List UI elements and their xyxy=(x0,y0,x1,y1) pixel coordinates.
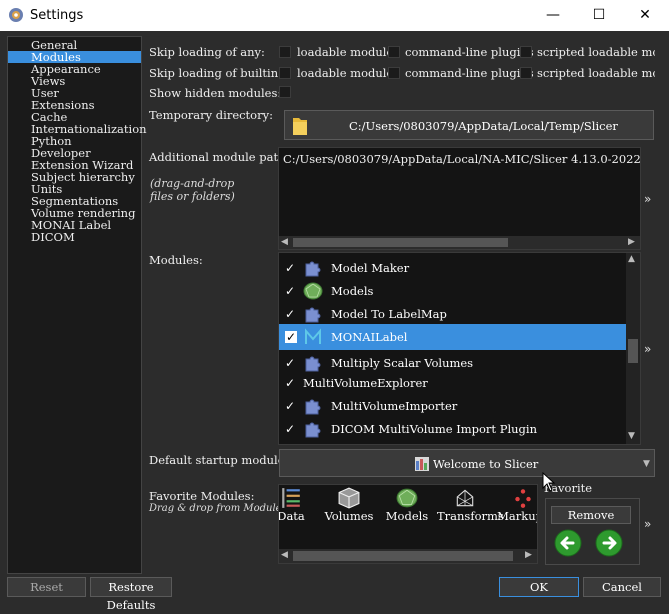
models-icon xyxy=(303,282,323,300)
skip-any-scripted-checkbox[interactable] xyxy=(520,46,532,58)
skip-any-label: Skip loading of any: xyxy=(149,45,265,59)
favorite-label: Markups xyxy=(497,509,537,523)
title-bar: Settings — ☐ ✕ xyxy=(0,0,669,31)
welcome-icon xyxy=(415,457,429,471)
favorite-label: Models xyxy=(385,509,429,523)
modules-scroll-thumb[interactable] xyxy=(628,339,638,363)
minimize-button[interactable]: — xyxy=(530,0,576,31)
paths-scroll-thumb[interactable] xyxy=(293,238,508,247)
transforms-icon xyxy=(456,489,474,507)
fav-scroll-left-icon[interactable]: ◀ xyxy=(281,550,288,560)
folder-icon xyxy=(293,118,307,135)
data-icon xyxy=(282,488,300,508)
favorites-expand-chevron-icon[interactable]: » xyxy=(644,517,651,531)
favorite-models[interactable]: Models xyxy=(379,487,435,522)
cancel-button[interactable]: Cancel xyxy=(583,577,661,597)
chevron-down-icon: ▼ xyxy=(643,459,650,469)
puzzle-icon xyxy=(305,399,321,415)
module-row[interactable]: ✓ DICOM MultiVolume Import Plugin xyxy=(279,416,626,442)
modules-list[interactable]: ✓ Model Maker ✓ Models ✓ Model To LabelMap ✓ MO… xyxy=(278,252,641,445)
modules-vertical-scrollbar[interactable]: ▲ ▼ xyxy=(626,253,640,444)
skip-any-cli-label: command-line plugins xyxy=(405,45,534,59)
skip-builtin-cli-label: command-line plugins xyxy=(405,66,534,80)
skip-any-loadable-label: loadable modules xyxy=(297,45,400,59)
show-hidden-label: Show hidden modules: xyxy=(149,86,282,100)
scroll-down-icon[interactable]: ▼ xyxy=(628,431,635,441)
sidebar-item-extensions[interactable]: Extensions xyxy=(8,99,141,111)
skip-any-cli-checkbox[interactable] xyxy=(388,46,400,58)
favorite-data[interactable]: Data xyxy=(278,487,319,523)
sidebar-item-views[interactable]: Views xyxy=(8,75,141,87)
sidebar-item-internationalization[interactable]: Internationalization xyxy=(8,123,147,135)
skip-builtin-loadable-checkbox[interactable] xyxy=(279,67,291,79)
puzzle-icon xyxy=(305,422,321,438)
models-icon xyxy=(396,488,418,508)
favorite-volumes[interactable]: Volumes xyxy=(321,487,377,522)
show-hidden-checkbox[interactable] xyxy=(279,86,291,98)
ok-button[interactable]: OK xyxy=(499,577,579,597)
sidebar-item-appearance[interactable]: Appearance xyxy=(8,63,141,75)
fav-scroll-thumb[interactable] xyxy=(293,551,513,561)
move-left-button[interactable] xyxy=(554,529,582,557)
fav-scroll-right-icon[interactable]: ▶ xyxy=(525,550,532,560)
drag-drop-hint-line1: (drag-and-drop xyxy=(150,177,235,190)
volumes-icon xyxy=(338,487,360,509)
startup-module-dropdown[interactable]: Welcome to Slicer ▼ xyxy=(279,449,655,477)
favorites-horizontal-scrollbar[interactable]: ◀ ▶ xyxy=(279,549,537,563)
skip-any-scripted-label: scripted loadable modules xyxy=(537,45,655,59)
module-name: DICOM MultiVolume Import Plugin xyxy=(331,422,537,436)
slicer-app-icon xyxy=(9,8,23,22)
favorite-label: Data xyxy=(278,509,305,523)
skip-builtin-scripted-label: scripted loadable modules xyxy=(537,66,655,80)
startup-module-label: Default startup module: xyxy=(149,453,289,467)
remove-favorite-button[interactable]: Remove xyxy=(551,506,631,524)
window-title: Settings xyxy=(30,8,84,23)
skip-builtin-scripted-checkbox[interactable] xyxy=(520,67,532,79)
puzzle-icon xyxy=(305,307,321,323)
favorite-label: Transforms xyxy=(437,509,504,523)
maximize-button[interactable]: ☐ xyxy=(576,0,622,31)
module-name: MONAILabel xyxy=(331,330,408,344)
favorite-transforms[interactable]: Transforms xyxy=(437,487,504,523)
paths-expand-chevron-icon[interactable]: » xyxy=(644,192,651,206)
scroll-up-icon[interactable]: ▲ xyxy=(628,254,635,264)
skip-builtin-loadable-label: loadable modules xyxy=(297,66,400,80)
move-right-button[interactable] xyxy=(595,529,623,557)
sidebar-item-dicom[interactable]: DICOM xyxy=(8,231,141,243)
skip-any-loadable-checkbox[interactable] xyxy=(279,46,291,58)
puzzle-icon xyxy=(305,261,321,277)
module-enabled-checkbox[interactable]: ✓ xyxy=(285,416,295,442)
temp-dir-path: C:/Users/0803079/AppData/Local/Temp/Slic… xyxy=(349,119,618,133)
arrow-right-icon xyxy=(595,529,623,557)
additional-paths-list[interactable]: C:/Users/0803079/AppData/Local/NA-MIC/Sl… xyxy=(278,147,641,250)
modules-expand-chevron-icon[interactable]: » xyxy=(644,342,651,356)
settings-category-list[interactable]: General Modules Appearance Views User Extensi… xyxy=(7,36,147,574)
startup-module-value: Welcome to Slicer xyxy=(433,457,539,471)
skip-builtin-label: Skip loading of builtin: xyxy=(149,66,283,80)
favorite-label: Volumes xyxy=(324,509,374,523)
reset-button[interactable]: Reset xyxy=(7,577,86,597)
scroll-left-icon[interactable]: ◀ xyxy=(281,237,288,247)
modules-label: Modules: xyxy=(149,253,203,267)
restore-defaults-button[interactable]: Restore Defaults xyxy=(90,577,172,612)
drag-drop-hint-line2: files or folders) xyxy=(150,190,235,203)
scroll-right-icon[interactable]: ▶ xyxy=(628,237,635,247)
mouse-cursor-icon xyxy=(542,472,556,492)
paths-horizontal-scrollbar[interactable]: ◀ ▶ xyxy=(279,236,640,249)
arrow-left-icon xyxy=(554,529,582,557)
module-row[interactable]: ✓ MONAILabel xyxy=(279,324,626,350)
temp-dir-button[interactable]: C:/Users/0803079/AppData/Local/Temp/Slic… xyxy=(284,110,654,140)
sidebar-item-subject-hierarchy[interactable]: Subject hierarchy xyxy=(8,171,141,183)
favorites-list[interactable]: DataVolumesModelsTransformsMarkupsSegmen… xyxy=(278,484,538,564)
monai-icon xyxy=(305,328,321,344)
markups-icon xyxy=(515,489,531,508)
skip-builtin-cli-checkbox[interactable] xyxy=(388,67,400,79)
close-button[interactable]: ✕ xyxy=(622,0,668,31)
additional-paths-label: Additional module paths: xyxy=(149,150,296,164)
temp-dir-label: Temporary directory: xyxy=(149,108,273,122)
module-enabled-checkbox[interactable]: ✓ xyxy=(285,331,297,343)
favorite-markups[interactable]: Markups xyxy=(495,487,537,523)
favorites-label: Favorite Modules: xyxy=(149,489,255,503)
additional-path-item[interactable]: C:/Users/0803079/AppData/Local/NA-MIC/Sl… xyxy=(283,152,640,166)
